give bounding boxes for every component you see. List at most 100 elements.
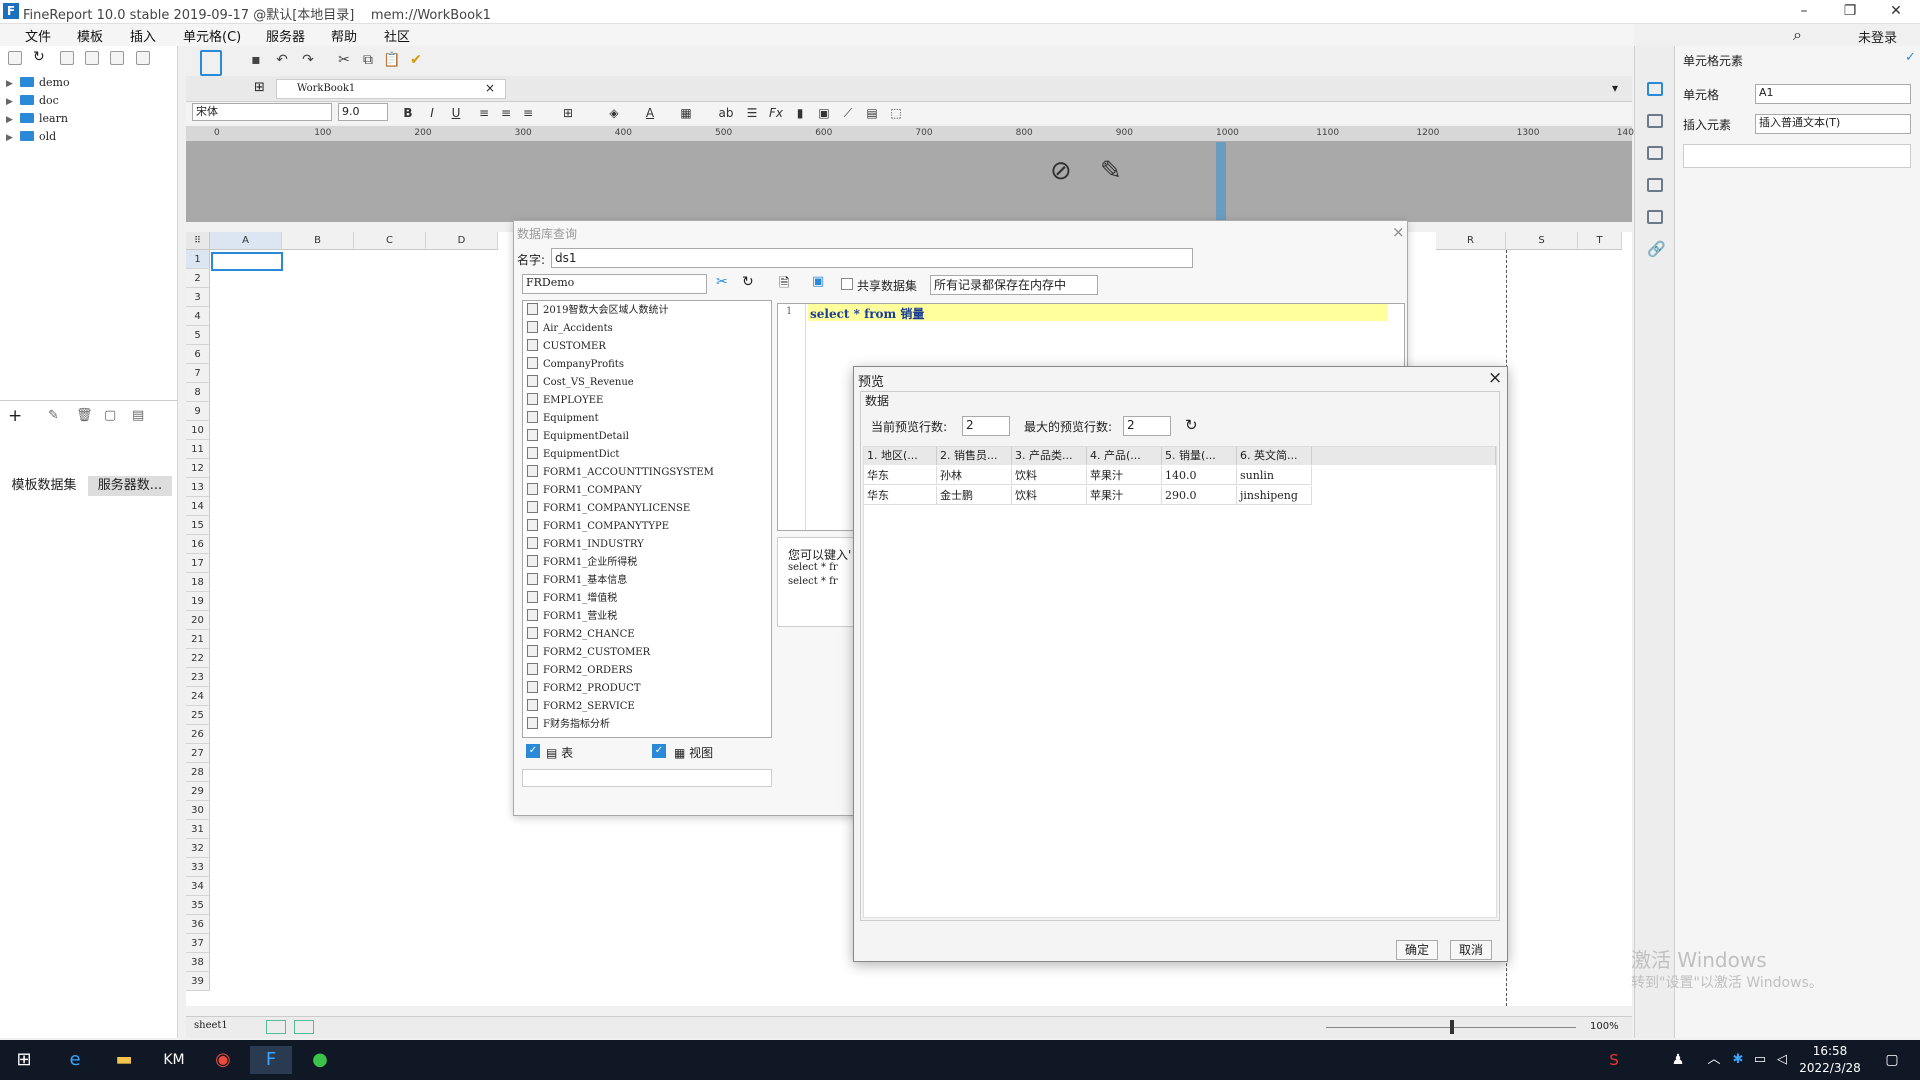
- slash-icon[interactable]: ⟋: [838, 104, 858, 122]
- table-list-item[interactable]: Equipment: [527, 410, 599, 428]
- row-header[interactable]: 10: [186, 421, 210, 440]
- lock-icon[interactable]: [85, 51, 99, 65]
- row-header[interactable]: 38: [186, 953, 210, 972]
- menu-template[interactable]: 模板: [77, 26, 103, 45]
- menu-server[interactable]: 服务器: [266, 26, 305, 45]
- row-header[interactable]: 23: [186, 668, 210, 687]
- current-rows-input[interactable]: 2: [962, 416, 1010, 436]
- paste-icon[interactable]: 📋: [382, 50, 402, 70]
- cancel-button[interactable]: 取消: [1450, 940, 1492, 960]
- close-tab-icon[interactable]: ×: [485, 81, 495, 95]
- table-list-item[interactable]: FORM1_COMPANY: [527, 482, 642, 500]
- name-input[interactable]: ds1: [551, 248, 1193, 268]
- float-element-icon[interactable]: [1647, 146, 1663, 160]
- more-menu-icon[interactable]: ▾: [1612, 81, 1618, 95]
- table-list-item[interactable]: FORM1_COMPANYTYPE: [527, 518, 669, 536]
- column-header[interactable]: B: [282, 232, 354, 250]
- delete-icon[interactable]: [110, 51, 124, 65]
- edit-icon[interactable]: ✎: [48, 408, 59, 423]
- column-header[interactable]: S: [1506, 232, 1578, 250]
- font-color-icon[interactable]: A: [640, 104, 660, 122]
- preview-cell[interactable]: sunlin: [1237, 466, 1312, 485]
- pencil-icon[interactable]: ✎: [1100, 156, 1122, 186]
- tray-person-icon[interactable]: ♟: [1660, 1046, 1696, 1074]
- preview-cell[interactable]: jinshipeng: [1237, 486, 1312, 505]
- param-icon[interactable]: ▣: [812, 274, 824, 289]
- image-icon[interactable]: ▣: [814, 104, 834, 122]
- preview-cell[interactable]: 苹果汁: [1087, 486, 1162, 505]
- memory-option-select[interactable]: 所有记录都保存在内存中: [930, 275, 1098, 295]
- table-list-item[interactable]: FORM2_PRODUCT: [527, 680, 641, 698]
- table-list-item[interactable]: FORM2_ORDERS: [527, 662, 633, 680]
- bold-icon[interactable]: B: [398, 104, 418, 122]
- row-header[interactable]: 2: [186, 269, 210, 288]
- row-header[interactable]: 27: [186, 744, 210, 763]
- row-header[interactable]: 11: [186, 440, 210, 459]
- preview-close-icon[interactable]: ×: [1488, 368, 1502, 388]
- table-list-item[interactable]: EquipmentDict: [527, 446, 619, 464]
- new-folder-icon[interactable]: [8, 51, 22, 65]
- preview-column-header[interactable]: 1. 地区(...: [864, 447, 937, 465]
- sogou-icon[interactable]: S: [1596, 1046, 1632, 1074]
- table-list-item[interactable]: Cost_VS_Revenue: [527, 374, 634, 392]
- hide-icon[interactable]: ⊘: [1050, 156, 1072, 186]
- table-list-item[interactable]: EMPLOYEE: [527, 392, 603, 410]
- hyperlink-icon[interactable]: 🔗: [1647, 240, 1666, 258]
- preview-cell[interactable]: 华东: [864, 486, 937, 505]
- clock-time[interactable]: 16:58: [1794, 1044, 1866, 1058]
- tab-workbook1[interactable]: WorkBook1 ×: [276, 79, 506, 99]
- preview-cell[interactable]: 饮料: [1012, 466, 1087, 485]
- finereport-taskbar-icon[interactable]: F: [250, 1046, 292, 1074]
- table-list-item[interactable]: CUSTOMER: [527, 338, 606, 356]
- preview-cell[interactable]: 金士鹏: [937, 486, 1012, 505]
- row-header[interactable]: 6: [186, 345, 210, 364]
- row-header[interactable]: 14: [186, 497, 210, 516]
- preview-column-header[interactable]: 2. 销售员...: [937, 447, 1012, 465]
- add-dataset-icon[interactable]: +: [8, 406, 22, 426]
- wrap-icon[interactable]: ☰: [742, 104, 762, 122]
- column-header[interactable]: D: [426, 232, 498, 250]
- column-header[interactable]: R: [1436, 232, 1506, 250]
- sql-text[interactable]: select * from 销量: [810, 305, 924, 322]
- table-checkbox[interactable]: ✓: [526, 744, 540, 758]
- edge-icon[interactable]: e: [57, 1046, 93, 1074]
- ok-button[interactable]: 确定: [1396, 940, 1438, 960]
- pin-icon[interactable]: ✓: [1905, 50, 1916, 65]
- menu-cell[interactable]: 单元格(C): [183, 26, 241, 45]
- table-list-item[interactable]: FORM2_SERVICE: [527, 698, 635, 716]
- table-list-item[interactable]: FORM1_企业所得税: [527, 554, 637, 572]
- table-list[interactable]: 2019智数大会区域人数统计 Air_Accidents CUSTOMER Compa…: [522, 300, 772, 738]
- row-header[interactable]: 36: [186, 915, 210, 934]
- row-header[interactable]: 30: [186, 801, 210, 820]
- preview-cell[interactable]: 290.0: [1162, 486, 1237, 505]
- row-header[interactable]: 24: [186, 687, 210, 706]
- preview-sql-icon[interactable]: 🗎: [779, 274, 789, 296]
- insert-formula-icon[interactable]: ab: [716, 104, 736, 122]
- row-header[interactable]: 33: [186, 858, 210, 877]
- view-checkbox[interactable]: ✓: [652, 744, 666, 758]
- table-list-item[interactable]: EquipmentDetail: [527, 428, 629, 446]
- table-list-item[interactable]: Air_Accidents: [527, 320, 613, 338]
- row-header[interactable]: 34: [186, 877, 210, 896]
- element-text-field[interactable]: [1683, 144, 1911, 168]
- panel-divider[interactable]: [0, 400, 178, 401]
- tree-item-doc[interactable]: ▶ doc: [6, 94, 59, 107]
- connection-settings-icon[interactable]: ✂: [716, 274, 728, 290]
- menu-help[interactable]: 帮助: [331, 26, 357, 45]
- minimize-button[interactable]: –: [1790, 2, 1818, 22]
- tab-server-datasets[interactable]: 服务器数...: [88, 476, 172, 496]
- chart-icon[interactable]: ▮: [790, 104, 810, 122]
- open-icon[interactable]: [60, 51, 74, 65]
- max-rows-input[interactable]: 2: [1123, 416, 1171, 436]
- row-header[interactable]: 17: [186, 554, 210, 573]
- notification-icon[interactable]: ▢: [1874, 1046, 1910, 1074]
- preview-cell[interactable]: 苹果汁: [1087, 466, 1162, 485]
- preview-cell[interactable]: 饮料: [1012, 486, 1087, 505]
- template-icon[interactable]: [200, 50, 222, 76]
- explorer-icon[interactable]: ▬: [106, 1046, 142, 1074]
- row-header[interactable]: 18: [186, 573, 210, 592]
- table-search-input[interactable]: [522, 769, 772, 787]
- subreport-icon[interactable]: ▤: [862, 104, 882, 122]
- row-header[interactable]: 15: [186, 516, 210, 535]
- row-header[interactable]: 9: [186, 402, 210, 421]
